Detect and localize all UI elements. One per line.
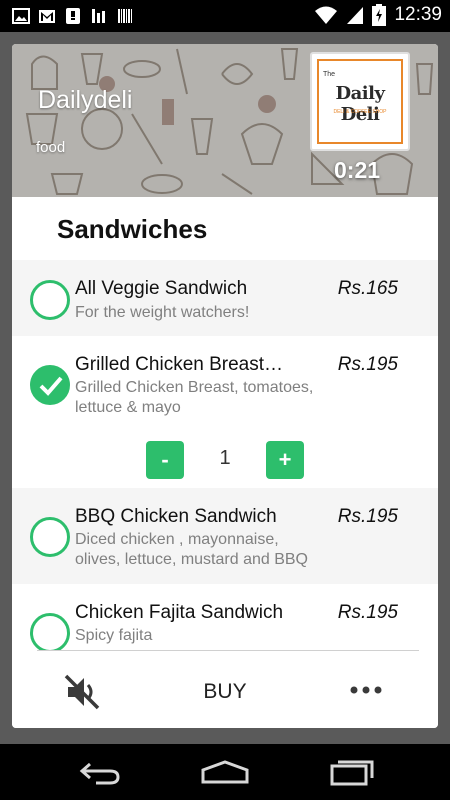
status-right-icons: 12:39 [314, 4, 442, 26]
menu-item[interactable]: Chicken Fajita Sandwich Spicy fajita Rs.… [12, 584, 438, 650]
item-name: All Veggie Sandwich [75, 278, 248, 299]
cell-signal-icon [347, 7, 364, 24]
item-name: Grilled Chicken Breast Sandwich [75, 354, 288, 375]
home-button[interactable] [201, 756, 249, 788]
action-bar-divider [37, 650, 419, 651]
menu-item[interactable]: All Veggie Sandwich For the weight watch… [12, 260, 438, 336]
increase-quantity-button[interactable]: + [266, 441, 304, 479]
volume-off-icon [64, 674, 100, 710]
select-radio[interactable] [30, 613, 70, 650]
logo-tagline: DELI & COFFEE SHOP [333, 109, 387, 115]
quantity-stepper: - 1 + [12, 441, 438, 481]
select-radio-checked[interactable] [30, 365, 70, 405]
barcode-icon [118, 9, 132, 23]
quantity-value: 1 [219, 447, 231, 469]
action-bar: BUY [12, 652, 438, 728]
logo-frame: The Daily Deli DELI & COFFEE SHOP [317, 59, 403, 144]
system-nav-bar [0, 744, 450, 800]
status-bar: 12:39 [0, 0, 450, 32]
more-horizontal-icon [350, 686, 382, 694]
shop-name: Dailydeli [38, 86, 133, 114]
menu-item[interactable]: BBQ Chicken Sandwich Diced chicken , may… [12, 488, 438, 584]
item-name: BBQ Chicken Sandwich [75, 506, 277, 527]
item-description: Spicy fajita [75, 627, 153, 644]
item-description: For the weight watchers! [75, 304, 250, 321]
select-radio[interactable] [30, 280, 70, 320]
section-title: Sandwiches [57, 214, 208, 244]
back-button[interactable] [76, 756, 124, 788]
item-price: Rs.195 [337, 602, 398, 623]
logo-prefix: The [323, 71, 336, 78]
more-options-button[interactable] [346, 680, 386, 700]
menu-card: Dailydeli food The Daily Deli DELI & COF… [12, 44, 438, 728]
home-icon [201, 760, 249, 784]
decrease-quantity-button[interactable]: - [146, 441, 184, 479]
item-name: Chicken Fajita Sandwich [75, 602, 284, 623]
item-price: Rs.195 [337, 354, 398, 375]
recents-icon [330, 760, 374, 786]
item-description: Diced chicken , mayonnaise, olives, lett… [75, 531, 308, 568]
header-banner: Dailydeli food The Daily Deli DELI & COF… [12, 44, 438, 197]
item-description: Grilled Chicken Breast, tomatoes, lettuc… [75, 379, 314, 416]
status-clock: 12:39 [394, 4, 442, 25]
menu-item-list[interactable]: All Veggie Sandwich For the weight watch… [12, 260, 438, 650]
recents-button[interactable] [328, 756, 376, 788]
logo-brand-text: Daily Deli [335, 83, 385, 125]
signal-bars-icon [92, 9, 105, 23]
item-price: Rs.165 [337, 278, 398, 299]
select-radio[interactable] [30, 517, 70, 557]
status-left-icons [12, 7, 134, 25]
check-icon [39, 376, 63, 396]
back-icon [79, 762, 120, 785]
shop-category: food [36, 139, 66, 156]
image-icon [12, 8, 30, 24]
menu-item[interactable]: Grilled Chicken Breast Sandwich Grilled … [12, 336, 438, 488]
buy-button[interactable]: BUY [182, 674, 268, 710]
battery-charging-icon [372, 4, 387, 26]
notification-icon [66, 8, 80, 24]
gmail-icon [39, 10, 55, 23]
countdown-timer: 0:21 [334, 157, 381, 183]
item-price: Rs.195 [337, 506, 398, 527]
mute-button[interactable] [62, 672, 102, 712]
shop-logo: The Daily Deli DELI & COFFEE SHOP [310, 52, 410, 151]
wifi-icon [315, 6, 338, 24]
